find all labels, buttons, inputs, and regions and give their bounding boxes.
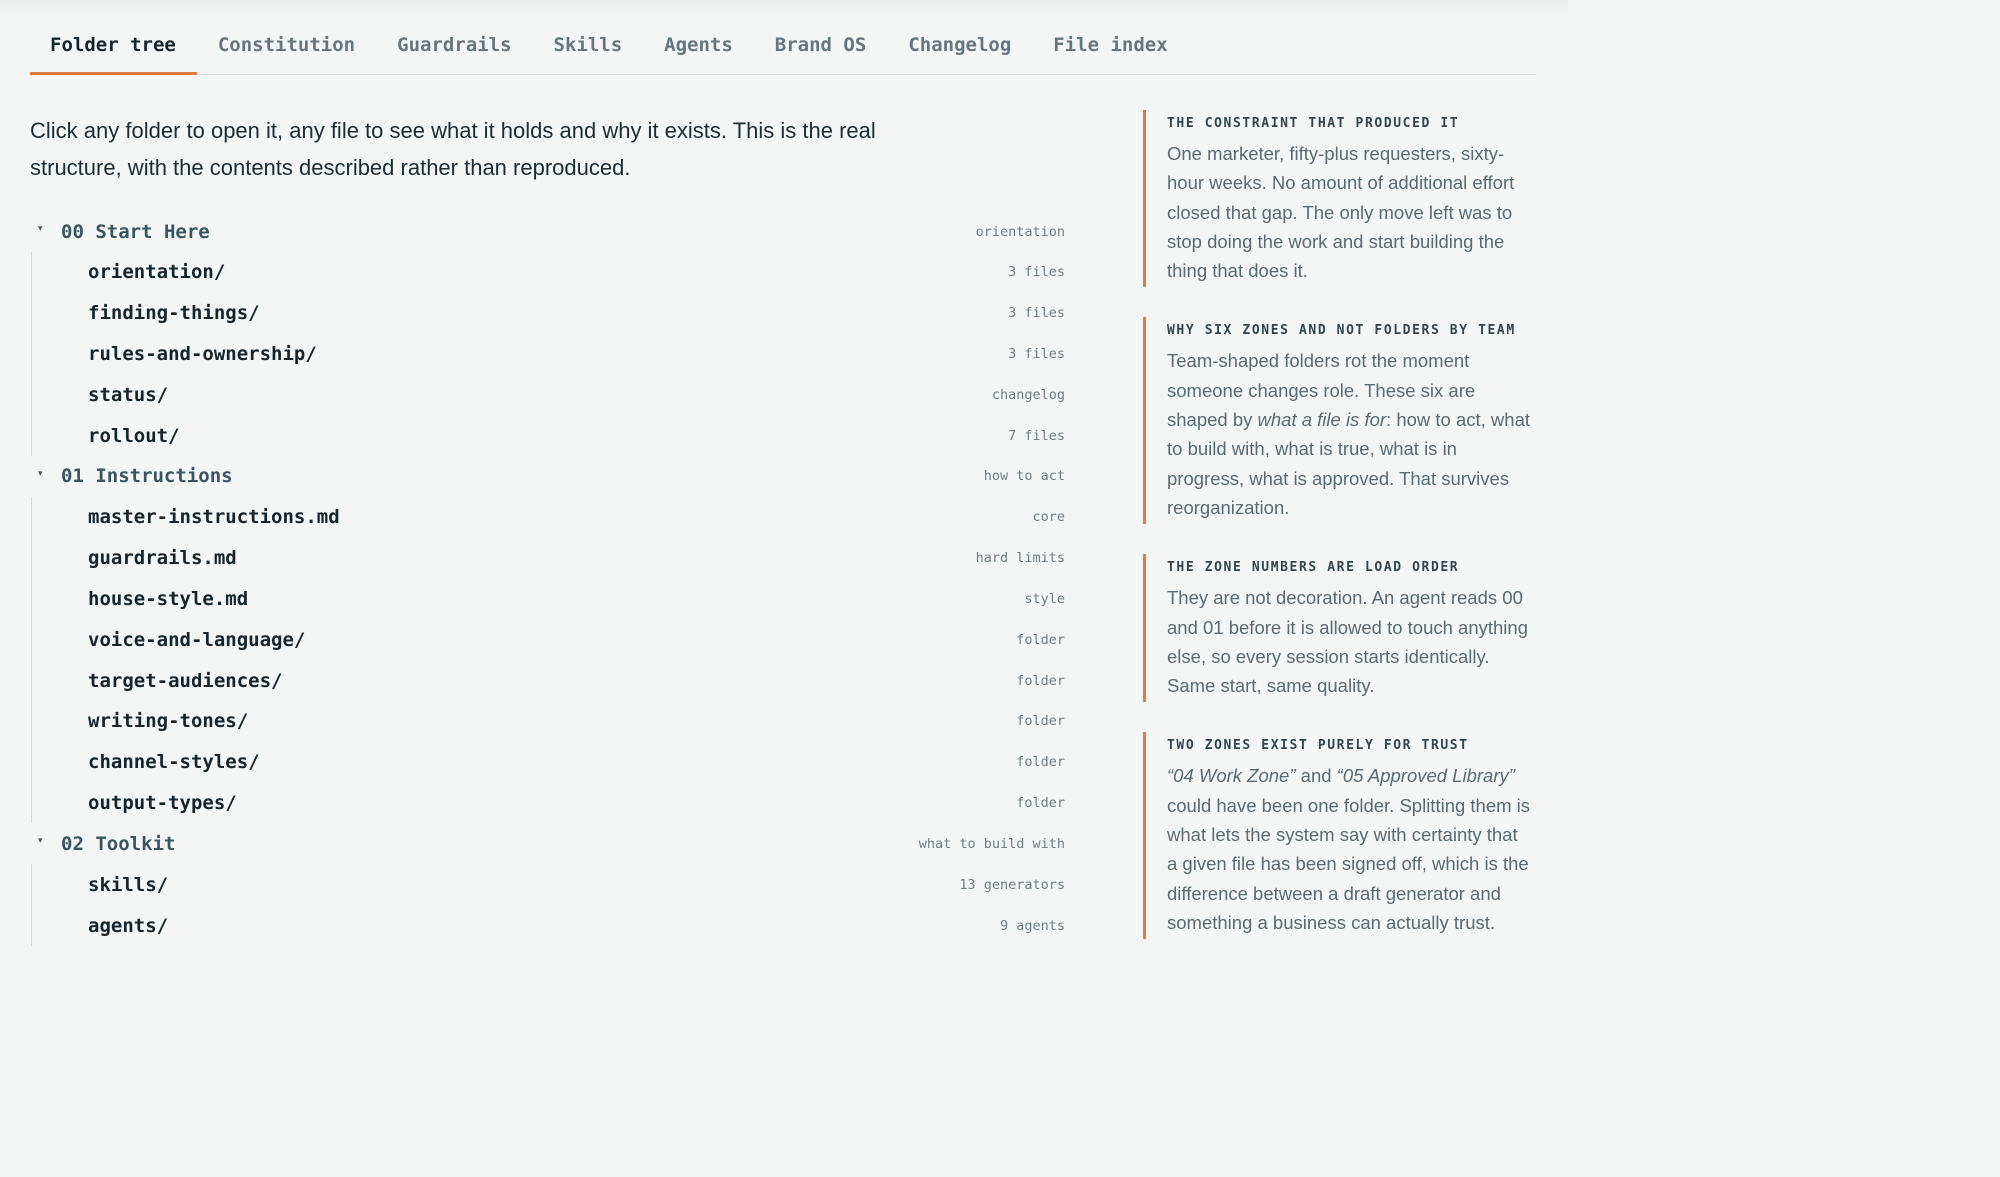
item-tag: hard limits <box>975 550 1065 567</box>
caret-down-icon: ▾ <box>38 835 43 846</box>
note-card: THE CONSTRAINT THAT PRODUCED IT One marke… <box>1143 110 1533 288</box>
item-tag: core <box>1032 509 1065 526</box>
tree-item[interactable]: status/changelog <box>32 374 1065 415</box>
caret-down-icon: ▾ <box>38 223 43 233</box>
item-name: output-types/ <box>88 791 237 814</box>
note-text: could have been one folder. Splitting th… <box>1167 794 1531 933</box>
caret-down-icon: ▾ <box>38 467 43 478</box>
tree-item[interactable]: rollout/7 files <box>32 415 1065 456</box>
note-body: One marketer, fifty-plus requesters, six… <box>1167 139 1533 287</box>
tree-item[interactable]: agents/9 agents <box>32 905 1065 946</box>
tree-item[interactable]: output-types/folder <box>32 783 1065 824</box>
folder-children: orientation/3 files finding-things/3 file… <box>31 252 1065 456</box>
tree-item[interactable]: rules-and-ownership/3 files <box>32 334 1065 375</box>
folder-name: 02 Toolkit <box>61 832 176 855</box>
item-name: finding-things/ <box>88 302 260 325</box>
tree-item[interactable]: finding-things/3 files <box>32 293 1065 334</box>
note-card: WHY SIX ZONES AND NOT FOLDERS BY TEAM Tea… <box>1143 317 1533 525</box>
item-tag: 9 agents <box>999 917 1065 934</box>
item-tag: 3 files <box>1008 345 1065 362</box>
item-name: guardrails.md <box>88 547 237 570</box>
item-name: skills/ <box>88 873 169 896</box>
item-name: status/ <box>88 383 169 406</box>
note-text: They are not decoration. An agent reads … <box>1167 587 1528 697</box>
item-name: writing-tones/ <box>88 710 249 733</box>
folder-01-instructions[interactable]: ▾ 01 Instructions how to act <box>30 456 1065 497</box>
tab-skills[interactable]: Skills <box>533 0 644 74</box>
tree-item[interactable]: writing-tones/folder <box>32 701 1065 742</box>
sidebar-notes: THE CONSTRAINT THAT PRODUCED IT One marke… <box>1143 110 1533 969</box>
folder-children: skills/13 generators agents/9 agents <box>31 864 1065 946</box>
tab-folder-tree[interactable]: Folder tree <box>30 0 197 75</box>
note-title: THE ZONE NUMBERS ARE LOAD ORDER <box>1167 560 1460 576</box>
note-body: “04 Work Zone” and “05 Approved Library”… <box>1167 761 1533 939</box>
item-tag: folder <box>1016 794 1065 811</box>
item-name: channel-styles/ <box>88 751 260 774</box>
item-name: target-audiences/ <box>88 669 283 692</box>
tab-changelog[interactable]: Changelog <box>887 0 1032 74</box>
item-name: rollout/ <box>88 424 180 447</box>
folder-name: 01 Instructions <box>61 465 233 488</box>
note-emphasis: “04 Work Zone” <box>1167 765 1296 787</box>
note-text: and <box>1295 765 1337 787</box>
note-body: They are not decoration. An agent reads … <box>1167 583 1533 702</box>
tree-item[interactable]: guardrails.md hard limits <box>32 538 1065 579</box>
tree-item[interactable]: master-instructions.md core <box>32 497 1065 538</box>
note-emphasis: what a file is for <box>1257 409 1387 431</box>
item-tag: style <box>1024 590 1065 607</box>
note-body: Team-shaped folders rot the moment someo… <box>1167 346 1533 524</box>
folder-children: master-instructions.md core guardrails.md h… <box>31 496 1065 824</box>
folder-name: 00 Start Here <box>61 220 210 243</box>
item-tag: 13 generators <box>959 876 1065 893</box>
folder-tree: ▾ 00 Start Here orientation orientation/3 f… <box>30 211 1065 946</box>
item-name: agents/ <box>88 914 169 937</box>
tree-item[interactable]: orientation/3 files <box>32 252 1065 293</box>
item-name: orientation/ <box>88 261 226 284</box>
folder-tag: how to act <box>983 468 1065 485</box>
tab-bar: Folder tree Constitution Guardrails Skills A… <box>30 0 1536 75</box>
item-name: master-instructions.md <box>88 506 340 529</box>
item-name: rules-and-ownership/ <box>88 342 317 365</box>
tab-constitution[interactable]: Constitution <box>197 0 376 74</box>
item-tag: 3 files <box>1008 264 1065 281</box>
tree-item[interactable]: house-style.md style <box>32 579 1065 620</box>
item-tag: folder <box>1016 713 1065 730</box>
item-name: voice-and-language/ <box>88 628 306 651</box>
tab-guardrails[interactable]: Guardrails <box>376 0 532 74</box>
tree-item[interactable]: voice-and-language/folder <box>32 619 1065 660</box>
tree-item[interactable]: channel-styles/folder <box>32 742 1065 783</box>
item-tag: folder <box>1016 672 1065 689</box>
item-name: house-style.md <box>88 587 249 610</box>
item-tag: 7 files <box>1008 427 1065 444</box>
folder-00-start-here[interactable]: ▾ 00 Start Here orientation <box>30 211 1065 252</box>
folder-02-toolkit[interactable]: ▾ 02 Toolkit what to build with <box>30 823 1065 864</box>
item-tag: 3 files <box>1008 305 1065 322</box>
note-text: One marketer, fifty-plus requesters, six… <box>1167 143 1515 282</box>
tab-agents[interactable]: Agents <box>643 0 754 74</box>
folder-tag: orientation <box>975 223 1065 240</box>
note-card: TWO ZONES EXIST PURELY FOR TRUST “04 Work… <box>1143 732 1533 940</box>
tree-item[interactable]: target-audiences/folder <box>32 660 1065 701</box>
tree-item[interactable]: skills/13 generators <box>32 864 1065 905</box>
note-title: WHY SIX ZONES AND NOT FOLDERS BY TEAM <box>1167 323 1516 339</box>
item-tag: changelog <box>991 386 1065 403</box>
note-card: THE ZONE NUMBERS ARE LOAD ORDER They are … <box>1143 554 1533 703</box>
item-tag: folder <box>1016 754 1065 771</box>
note-title: THE CONSTRAINT THAT PRODUCED IT <box>1167 116 1460 131</box>
folder-tag: what to build with <box>918 835 1065 852</box>
tab-file-index[interactable]: File index <box>1032 0 1188 74</box>
tab-brand-os[interactable]: Brand OS <box>754 0 888 74</box>
note-title: TWO ZONES EXIST PURELY FOR TRUST <box>1167 738 1469 754</box>
intro-text: Click any folder to open it, any file to… <box>30 118 876 180</box>
item-tag: folder <box>1016 631 1065 648</box>
note-emphasis: “05 Approved Library” <box>1336 765 1515 787</box>
